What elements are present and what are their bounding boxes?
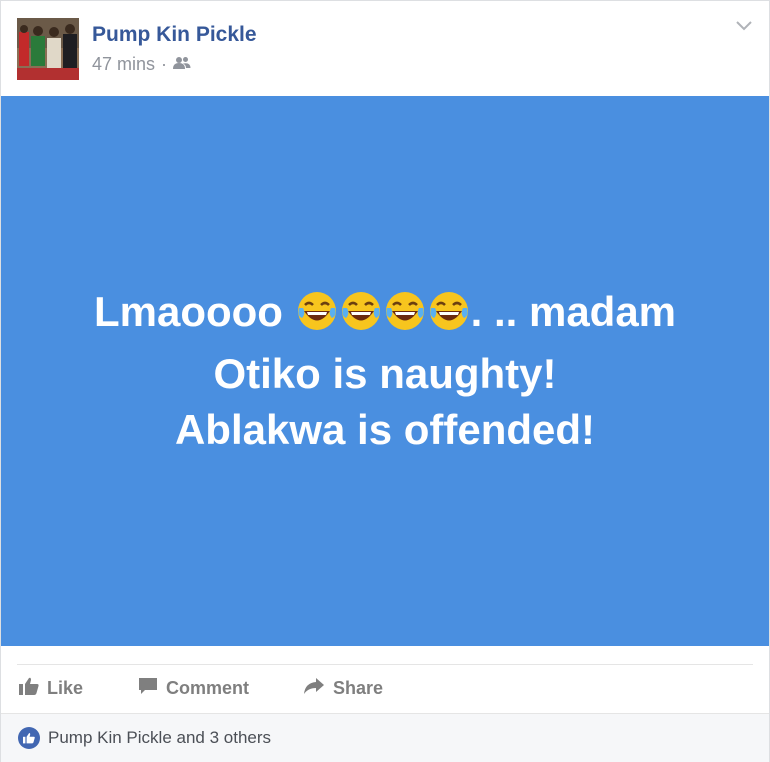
share-label: Share xyxy=(333,678,384,698)
status-line-1-end: . .. madam xyxy=(470,288,677,335)
status-line-1-start: Lmaoooo xyxy=(93,288,295,335)
reactions-summary-text[interactable]: Pump Kin Pickle and 3 others xyxy=(48,728,271,748)
reactions-summary: Pump Kin Pickle and 3 others xyxy=(1,713,769,762)
status-line-3: Ablakwa is offended! xyxy=(174,406,596,453)
thumbs-up-icon xyxy=(19,677,39,700)
like-label: Like xyxy=(47,678,84,698)
laughing-emoji-icon xyxy=(384,290,426,346)
author-avatar[interactable] xyxy=(17,18,79,80)
post-meta: 47 mins · xyxy=(92,54,191,75)
meta-separator: · xyxy=(161,54,168,74)
share-arrow-icon xyxy=(303,677,325,700)
status-line-1: Lmaoooo . .. madam xyxy=(25,284,745,346)
status-background-banner: Lmaoooo . .. madam Otiko is naughty! Abl… xyxy=(1,96,769,646)
post-actions-bar: Like Comment Share xyxy=(1,671,769,707)
comment-button[interactable]: Comment xyxy=(138,677,249,700)
post-timestamp[interactable]: 47 mins xyxy=(92,54,155,75)
comment-icon xyxy=(138,677,158,700)
post-header: Pump Kin Pickle 47 mins · xyxy=(1,1,769,96)
actions-divider xyxy=(17,664,753,665)
chevron-down-icon[interactable] xyxy=(735,19,753,37)
comment-label: Comment xyxy=(166,678,250,698)
author-name[interactable]: Pump Kin Pickle xyxy=(92,23,257,47)
status-line-2: Otiko is naughty! xyxy=(213,350,557,397)
laughing-emoji-icon xyxy=(296,290,338,346)
feed-post: Pump Kin Pickle 47 mins · Lmaoooo . .. m… xyxy=(0,0,770,762)
status-text: Lmaoooo . .. madam Otiko is naughty! Abl… xyxy=(25,284,745,458)
friends-icon[interactable] xyxy=(173,54,191,75)
laughing-emoji-icon xyxy=(428,290,470,346)
emoji-group xyxy=(295,288,471,335)
like-reaction-icon xyxy=(18,727,40,749)
share-button[interactable]: Share xyxy=(303,677,383,700)
laughing-emoji-icon xyxy=(340,290,382,346)
like-button[interactable]: Like xyxy=(19,677,83,700)
